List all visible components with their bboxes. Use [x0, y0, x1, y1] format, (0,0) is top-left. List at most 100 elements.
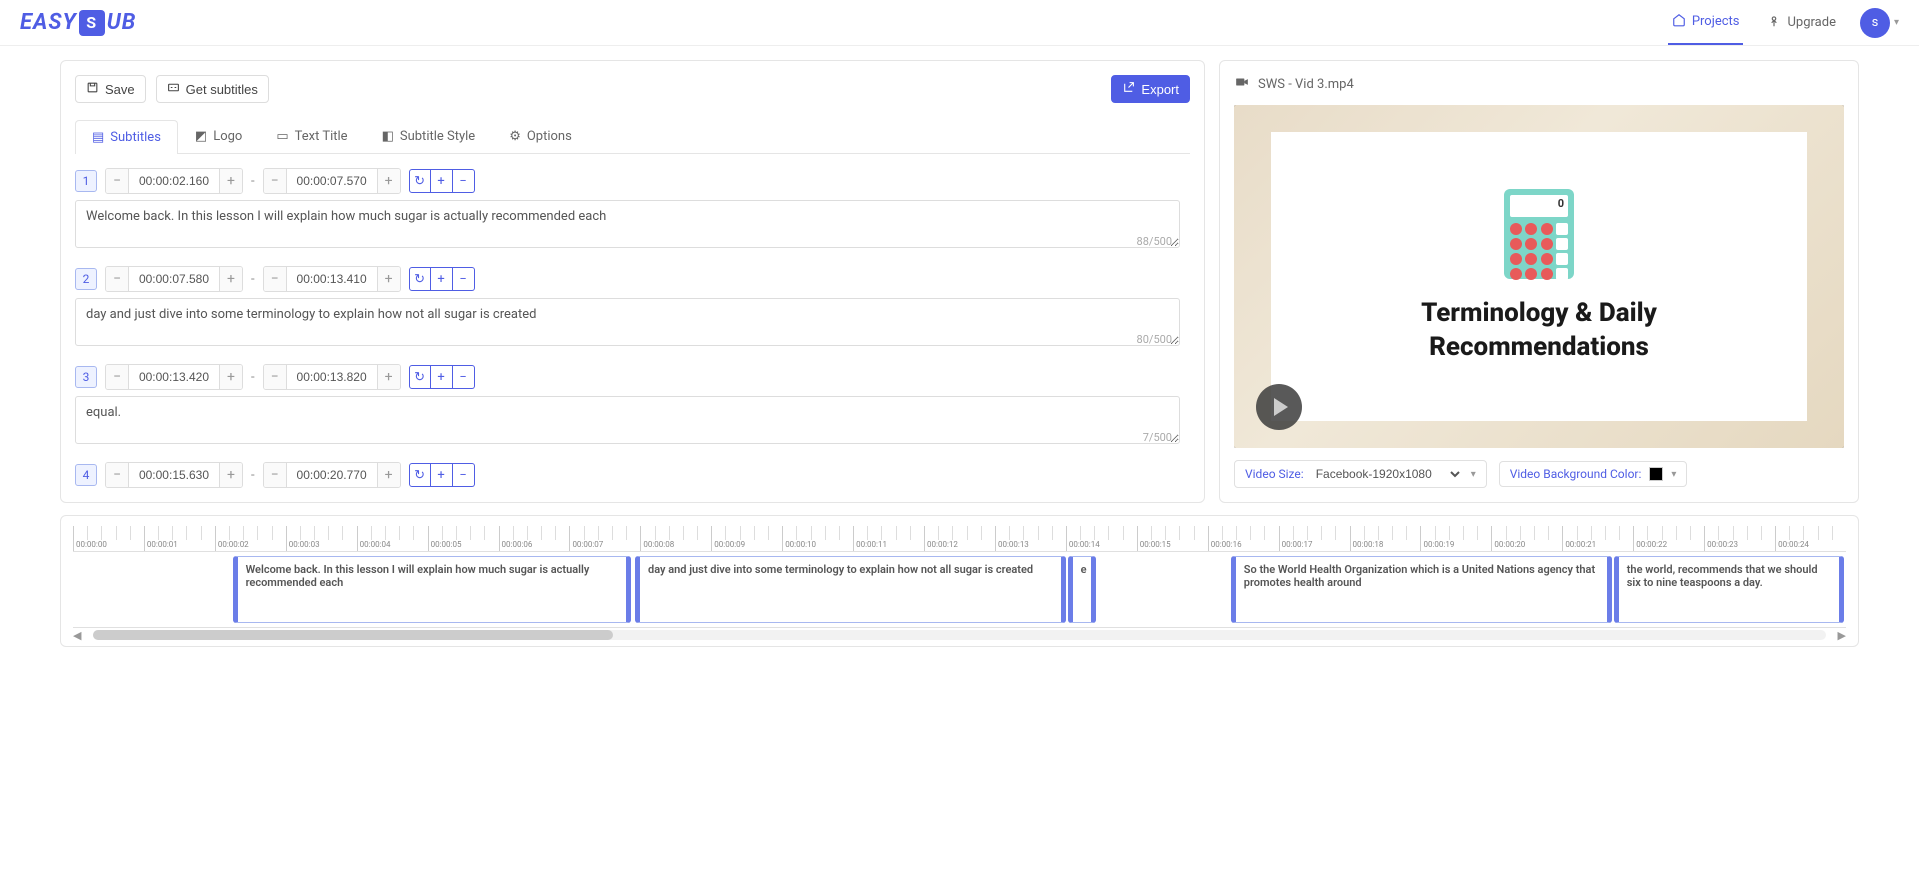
scroll-track[interactable] — [93, 630, 1825, 640]
ruler-subtick — [1364, 526, 1367, 540]
nav-upgrade[interactable]: Upgrade — [1763, 2, 1839, 44]
ruler-subtick — [116, 526, 119, 540]
nav-projects[interactable]: Projects — [1668, 1, 1744, 45]
subtitle-entries[interactable]: 1 − + - − + ↻ + − Welcome back. In this … — [75, 168, 1190, 488]
decrement-button[interactable]: − — [106, 463, 128, 487]
timeline-clip[interactable]: Welcome back. In this lesson I will expl… — [233, 556, 632, 623]
end-time-input[interactable] — [286, 267, 378, 291]
tab-text-title[interactable]: ▭ Text Title — [259, 119, 364, 153]
refresh-icon[interactable]: ↻ — [409, 267, 431, 291]
timeline-clip[interactable]: the world, recommends that we should six… — [1614, 556, 1844, 623]
entry-number: 3 — [75, 366, 97, 388]
add-icon[interactable]: + — [431, 169, 453, 193]
decrement-button[interactable]: − — [264, 169, 286, 193]
remove-icon[interactable]: − — [453, 463, 475, 487]
ruler-subtick — [385, 526, 388, 540]
tab-subtitles[interactable]: ▤ Subtitles — [75, 120, 178, 154]
refresh-icon[interactable]: ↻ — [409, 463, 431, 487]
text-title-icon: ▭ — [276, 129, 288, 144]
refresh-icon[interactable]: ↻ — [409, 169, 431, 193]
increment-button[interactable]: + — [378, 169, 400, 193]
remove-icon[interactable]: − — [453, 169, 475, 193]
subtitle-text-input[interactable]: Welcome back. In this lesson I will expl… — [75, 200, 1180, 248]
export-button[interactable]: Export — [1111, 75, 1190, 103]
start-time-input[interactable] — [128, 365, 220, 389]
add-icon[interactable]: + — [431, 267, 453, 291]
start-time-input[interactable] — [128, 267, 220, 291]
tab-subtitle-style[interactable]: ◧ Subtitle Style — [365, 119, 493, 153]
refresh-icon[interactable]: ↻ — [409, 365, 431, 389]
decrement-button[interactable]: − — [106, 365, 128, 389]
end-time-input[interactable] — [286, 169, 378, 193]
ruler-subtick — [910, 526, 913, 540]
decrement-button[interactable]: − — [106, 169, 128, 193]
subtitle-text-input[interactable]: equal. — [75, 396, 1180, 444]
decrement-button[interactable]: − — [264, 267, 286, 291]
decrement-button[interactable]: − — [264, 463, 286, 487]
style-icon: ◧ — [382, 129, 394, 144]
timeline-clip[interactable]: day and just dive into some terminology … — [635, 556, 1066, 623]
end-time-input[interactable] — [286, 365, 378, 389]
decrement-button[interactable]: − — [264, 365, 286, 389]
export-icon — [1122, 81, 1135, 97]
ruler-subtick — [314, 526, 317, 540]
ruler-subtick — [981, 526, 984, 540]
char-count: 7/500 — [1143, 431, 1172, 444]
decrement-button[interactable]: − — [106, 267, 128, 291]
timeline-scrollbar[interactable]: ◀ ▶ — [73, 628, 1846, 642]
ruler-subtick — [413, 526, 416, 540]
start-time-stepper: − + — [105, 168, 243, 194]
start-time-input[interactable] — [128, 463, 220, 487]
ruler-subtick — [442, 526, 445, 540]
play-button[interactable] — [1256, 384, 1302, 430]
ruler-subtick — [272, 526, 275, 540]
scroll-thumb[interactable] — [93, 630, 613, 640]
get-subtitles-button[interactable]: Get subtitles — [156, 75, 269, 103]
remove-icon[interactable]: − — [453, 365, 475, 389]
ruler-subtick — [740, 526, 743, 540]
timeline-clip[interactable]: e — [1068, 556, 1096, 623]
entry-actions: ↻ + − — [409, 463, 475, 487]
add-icon[interactable]: + — [431, 365, 453, 389]
ruler-subtick — [1577, 526, 1580, 540]
scroll-left-icon[interactable]: ◀ — [73, 629, 81, 642]
end-time-input[interactable] — [286, 463, 378, 487]
timeline-track[interactable]: Welcome back. In this lesson I will expl… — [73, 552, 1846, 628]
tab-logo[interactable]: ◩ Logo — [178, 119, 259, 153]
start-time-input[interactable] — [128, 169, 220, 193]
ruler-subtick — [1123, 526, 1126, 540]
start-time-stepper: − + — [105, 462, 243, 488]
start-time-stepper: − + — [105, 364, 243, 390]
entry-actions: ↻ + − — [409, 365, 475, 389]
add-icon[interactable]: + — [431, 463, 453, 487]
chevron-down-icon: ▾ — [1671, 469, 1676, 480]
ruler-subtick — [1307, 526, 1310, 540]
timeline-ruler[interactable]: 00:00:0000:00:0100:00:0200:00:0300:00:04… — [73, 526, 1846, 552]
brand-logo[interactable]: EASY S UB — [20, 10, 136, 36]
ruler-subtick — [584, 526, 587, 540]
ruler-subtick — [1718, 526, 1721, 540]
increment-button[interactable]: + — [378, 463, 400, 487]
increment-button[interactable]: + — [220, 365, 242, 389]
increment-button[interactable]: + — [378, 365, 400, 389]
scroll-right-icon[interactable]: ▶ — [1838, 629, 1846, 642]
increment-button[interactable]: + — [378, 267, 400, 291]
tab-options-label: Options — [527, 129, 572, 144]
user-menu[interactable]: s ▾ — [1860, 8, 1899, 38]
video-bg-group: Video Background Color: ▾ — [1499, 461, 1688, 487]
video-heading-line2: Recommendations — [1421, 331, 1657, 365]
remove-icon[interactable]: − — [453, 267, 475, 291]
subtitle-text-input[interactable]: day and just dive into some terminology … — [75, 298, 1180, 346]
save-button[interactable]: Save — [75, 75, 146, 103]
video-preview[interactable]: 0 Terminology & Daily Recommendations — [1234, 105, 1844, 448]
save-label: Save — [105, 82, 135, 97]
timeline-clip[interactable]: So the World Health Organization which i… — [1231, 556, 1612, 623]
tab-options[interactable]: ⚙ Options — [492, 119, 589, 153]
video-size-select[interactable]: Facebook-1920x1080 — [1312, 466, 1463, 482]
increment-button[interactable]: + — [220, 463, 242, 487]
increment-button[interactable]: + — [220, 267, 242, 291]
tab-text-title-label: Text Title — [295, 129, 348, 144]
bg-color-swatch[interactable] — [1649, 467, 1663, 481]
ruler-subtick — [1534, 526, 1537, 540]
increment-button[interactable]: + — [220, 169, 242, 193]
